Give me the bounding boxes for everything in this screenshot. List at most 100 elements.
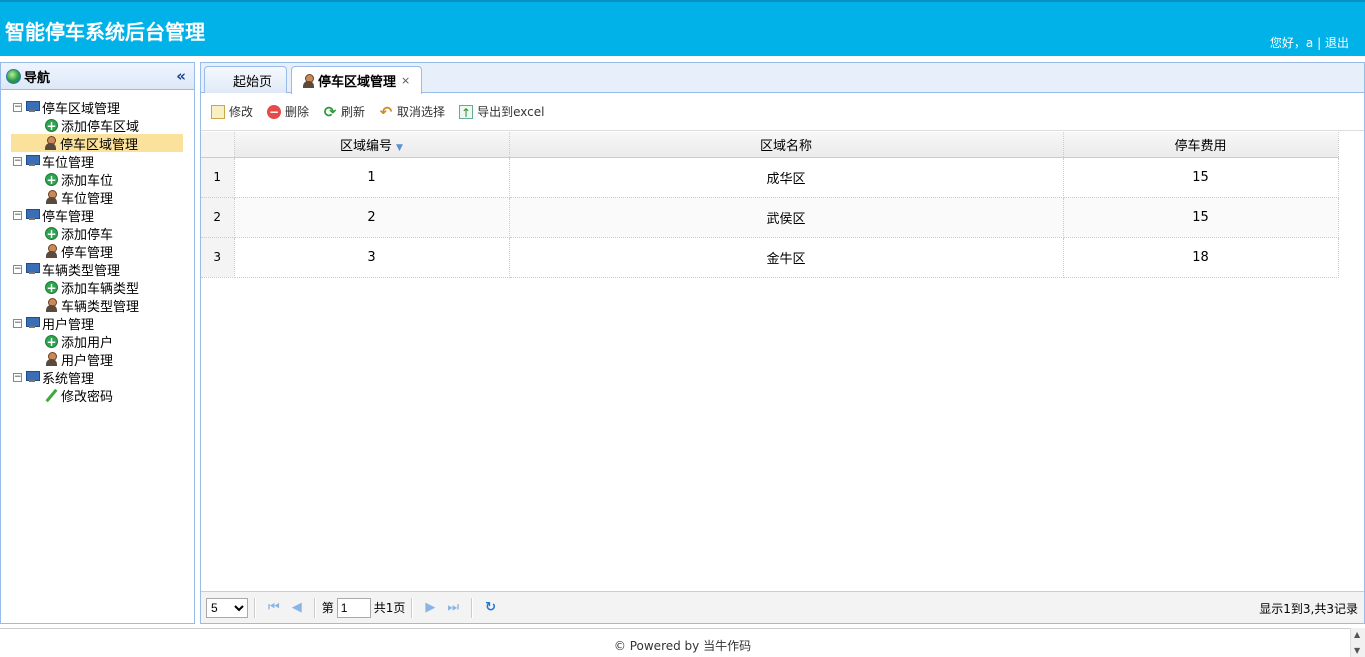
collapse-icon[interactable]: « <box>176 67 186 85</box>
tree-group-parking-area[interactable]: − 停车区域管理 <box>1 98 194 117</box>
add-icon: + <box>45 172 58 187</box>
column-header-label: 区域编号 <box>340 138 393 154</box>
user-icon <box>45 352 58 366</box>
cell-area-name: 武侯区 <box>509 197 1064 238</box>
cell-parking-fee: 15 <box>1063 197 1339 238</box>
row-number: 2 <box>201 197 235 238</box>
refresh-label: 刷新 <box>341 105 366 119</box>
tree-item-label: 车位管理 <box>61 191 114 207</box>
app-title: 智能停车系统后台管理 <box>5 20 205 44</box>
tree-item-label: 添加车位 <box>61 173 114 189</box>
cell-area-id: 1 <box>234 157 510 198</box>
cell-area-name: 金牛区 <box>509 237 1064 278</box>
column-header-fee[interactable]: 停车费用 <box>1063 132 1339 158</box>
table-row[interactable]: 3 3 金牛区 18 <box>201 237 1339 278</box>
close-icon[interactable]: × <box>401 74 410 87</box>
page-total: 共1页 <box>373 601 406 615</box>
tree-group-label: 停车管理 <box>42 209 95 225</box>
previous-page-icon[interactable]: ◀ <box>292 600 302 615</box>
tree-item-label: 停车区域管理 <box>60 137 139 153</box>
refresh-button[interactable]: ⟳ 刷新 <box>323 103 365 120</box>
pagination-bar: 5 ⏮ ◀ 第 共1页 ▶ ⏭ ↻ 显示1到3,共3记录 <box>201 591 1364 623</box>
pencil-icon <box>45 389 58 402</box>
cell-parking-fee: 18 <box>1063 237 1339 278</box>
tree-group-vehicle-type[interactable]: − 车辆类型管理 <box>1 260 194 279</box>
page-size-select[interactable]: 5 <box>206 597 248 618</box>
row-number-header <box>201 132 235 158</box>
content-panel: 起始页 停车区域管理 × 修改 − 删除 ⟳ 刷新 ↶ 取消选择 ↑ 导出到excel … <box>200 62 1365 624</box>
table-row[interactable]: 1 1 成华区 15 <box>201 157 1339 198</box>
undo-icon: ↶ <box>379 102 393 121</box>
page-number-input[interactable] <box>336 597 371 618</box>
navigation-header: 导航 « <box>1 63 194 90</box>
tab-parking-area-management[interactable]: 停车区域管理 × <box>291 66 422 94</box>
tree-item-user-management[interactable]: 用户管理 <box>1 350 194 369</box>
page-footer: © Powered by 当牛作码 <box>0 628 1365 657</box>
tree-item-add-parking-area[interactable]: + 添加停车区域 <box>1 116 194 135</box>
cell-area-id: 2 <box>234 197 510 238</box>
tree-item-vehicle-type-management[interactable]: 车辆类型管理 <box>1 296 194 315</box>
tree-item-parking-area-management[interactable]: 停车区域管理 <box>11 134 183 153</box>
tree-item-parking-management[interactable]: 停车管理 <box>1 242 194 261</box>
pager-info: 显示1到3,共3记录 <box>1259 602 1358 616</box>
pager-separator <box>254 597 256 618</box>
tree-item-add-user[interactable]: + 添加用户 <box>1 332 194 351</box>
tree-item-add-space[interactable]: + 添加车位 <box>1 170 194 189</box>
edit-button[interactable]: 修改 <box>211 103 253 120</box>
tab-label: 起始页 <box>233 74 273 90</box>
user-icon <box>45 298 58 312</box>
tree-group-label: 车辆类型管理 <box>42 263 121 279</box>
tree-item-label: 停车管理 <box>61 245 114 261</box>
computer-icon <box>25 317 40 329</box>
collapse-node-icon[interactable]: − <box>13 318 22 328</box>
logout-link[interactable]: 退出 <box>1325 36 1349 50</box>
tree-item-label: 添加停车 <box>61 227 114 243</box>
tree-group-parking[interactable]: − 停车管理 <box>1 206 194 225</box>
page-scrollbar[interactable]: ▲ ▼ <box>1350 628 1365 657</box>
next-page-icon[interactable]: ▶ <box>425 600 435 615</box>
tree-item-add-parking[interactable]: + 添加停车 <box>1 224 194 243</box>
navigation-tree: − 停车区域管理 + 添加停车区域 停车区域管理 − 车位管理 + 添加车位 车位管理 … <box>1 90 194 405</box>
reload-icon[interactable]: ↻ <box>485 600 496 615</box>
tree-group-user[interactable]: − 用户管理 <box>1 314 194 333</box>
tree-group-system[interactable]: − 系统管理 <box>1 368 194 387</box>
tab-start-page[interactable]: 起始页 <box>204 66 287 93</box>
unselect-button[interactable]: ↶ 取消选择 <box>379 103 445 120</box>
export-excel-button[interactable]: ↑ 导出到excel <box>459 103 544 120</box>
table-row[interactable]: 2 2 武侯区 15 <box>201 197 1339 238</box>
computer-icon <box>25 209 40 221</box>
navigation-panel: 导航 « − 停车区域管理 + 添加停车区域 停车区域管理 − 车位管理 + 添加车位 … <box>0 62 195 624</box>
column-header-id[interactable]: 区域编号 ▼ <box>234 132 510 158</box>
collapse-node-icon[interactable]: − <box>13 156 22 166</box>
tree-item-label: 添加车辆类型 <box>61 281 140 297</box>
footer-text: © Powered by 当牛作码 <box>613 639 752 653</box>
last-page-icon[interactable]: ⏭ <box>447 600 459 615</box>
edit-label: 修改 <box>229 105 254 119</box>
tree-item-change-password[interactable]: 修改密码 <box>1 386 194 405</box>
computer-icon <box>25 155 40 167</box>
add-icon: + <box>45 334 58 349</box>
tree-group-label: 车位管理 <box>42 155 95 171</box>
tree-item-label: 车辆类型管理 <box>61 299 140 315</box>
collapse-node-icon[interactable]: − <box>13 264 22 274</box>
user-bar-separator: | <box>1317 36 1322 50</box>
delete-button[interactable]: − 删除 <box>267 103 309 120</box>
collapse-node-icon[interactable]: − <box>13 372 22 382</box>
pager-separator <box>411 597 414 618</box>
collapse-node-icon[interactable]: − <box>13 210 22 220</box>
first-page-icon[interactable]: ⏮ <box>268 600 280 615</box>
cell-area-id: 3 <box>234 237 510 278</box>
tab-bar: 起始页 停车区域管理 × <box>201 63 1364 94</box>
tree-item-space-management[interactable]: 车位管理 <box>1 188 194 207</box>
scroll-up-icon[interactable]: ▲ <box>1354 630 1360 639</box>
tree-item-add-vehicle-type[interactable]: + 添加车辆类型 <box>1 278 194 297</box>
computer-icon <box>25 371 40 383</box>
export-label: 导出到excel <box>477 105 545 119</box>
tree-group-space[interactable]: − 车位管理 <box>1 152 194 171</box>
user-icon <box>45 190 58 204</box>
column-header-name[interactable]: 区域名称 <box>509 132 1064 158</box>
page-prefix: 第 <box>321 601 334 615</box>
scroll-down-icon[interactable]: ▼ <box>1354 646 1360 655</box>
collapse-node-icon[interactable]: − <box>13 102 22 112</box>
cell-parking-fee: 15 <box>1063 157 1339 198</box>
